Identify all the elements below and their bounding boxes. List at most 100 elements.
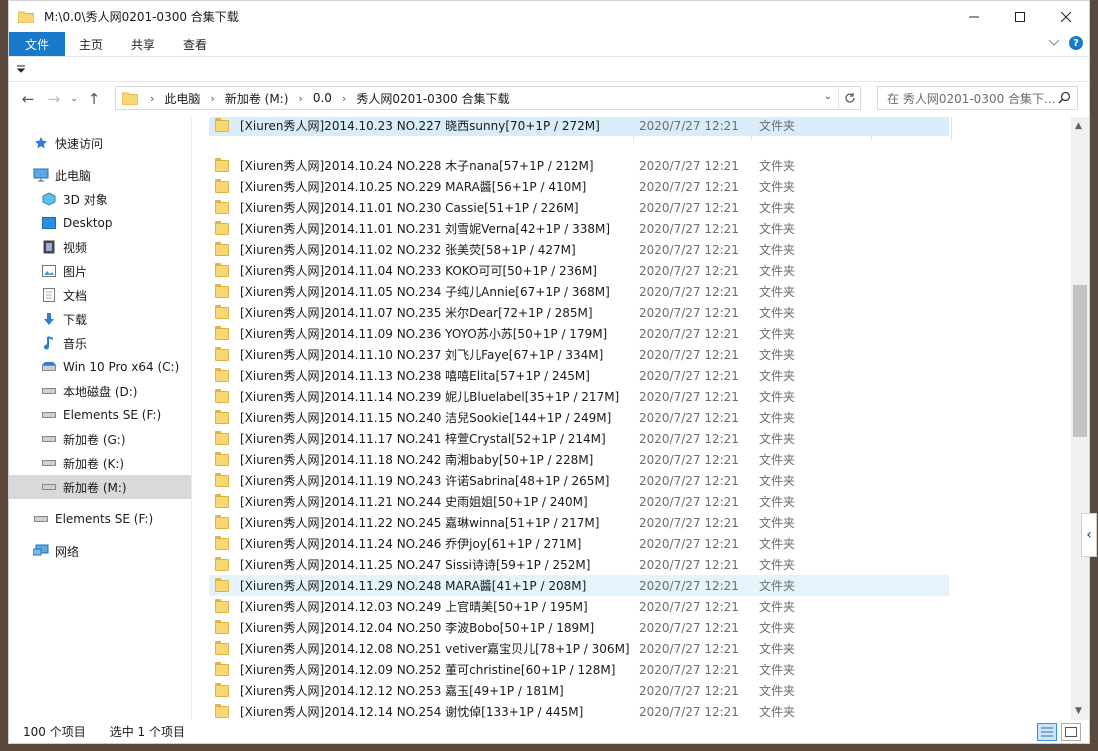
- customize-toolbar-icon[interactable]: [17, 65, 25, 73]
- large-icons-view-button[interactable]: [1061, 723, 1081, 741]
- folder-icon: [215, 409, 229, 424]
- nav-item-network[interactable]: 网络: [9, 539, 191, 563]
- table-row[interactable]: [Xiuren秀人网]2014.11.05 NO.234 子纯儿Annie[67…: [209, 281, 949, 302]
- file-type: 文件夹: [759, 663, 796, 677]
- folder-icon: [215, 346, 229, 361]
- minimize-button[interactable]: [951, 1, 997, 32]
- tab-view[interactable]: 查看: [169, 32, 221, 56]
- file-type: 文件夹: [759, 474, 796, 488]
- search-input[interactable]: 在 秀人网0201-0300 合集下...: [877, 86, 1078, 110]
- breadcrumb-current-folder[interactable]: 秀人网0201-0300 合集下载: [350, 90, 515, 107]
- nav-item-drive-m[interactable]: 新加卷 (M:): [9, 475, 191, 499]
- file-date: 2020/7/27 12:21: [639, 599, 739, 614]
- nav-item-quick-access[interactable]: 快速访问: [9, 131, 191, 155]
- table-row[interactable]: [Xiuren秀人网]2014.12.03 NO.249 上官晴美[50+1P …: [209, 596, 949, 617]
- nav-item-music[interactable]: 音乐: [9, 331, 191, 355]
- window-title: M:\0.0\秀人网0201-0300 合集下载: [44, 10, 239, 24]
- tab-file[interactable]: 文件: [9, 32, 65, 56]
- nav-item-label: 图片: [63, 264, 88, 279]
- maximize-button[interactable]: [997, 1, 1043, 32]
- nav-item-drive-g[interactable]: 新加卷 (G:): [9, 427, 191, 451]
- nav-item-documents[interactable]: 文档: [9, 283, 191, 307]
- file-type: 文件夹: [759, 201, 796, 215]
- tab-home[interactable]: 主页: [65, 32, 117, 56]
- file-name: [Xiuren秀人网]2014.12.04 NO.250 李波Bobo[50+1…: [240, 621, 595, 635]
- table-row[interactable]: [Xiuren秀人网]2014.11.10 NO.237 刘飞儿Faye[67+…: [209, 344, 949, 365]
- file-date: 2020/7/27 12:21: [639, 557, 739, 572]
- table-row[interactable]: [Xiuren秀人网]2014.11.21 NO.244 史雨姐姐[50+1P …: [209, 491, 949, 512]
- table-row[interactable]: [Xiuren秀人网]2014.11.25 NO.247 Sissi诗诗[59+…: [209, 554, 949, 575]
- table-row[interactable]: [Xiuren秀人网]2014.11.01 NO.230 Cassie[51+1…: [209, 197, 949, 218]
- table-row[interactable]: [Xiuren秀人网]2014.12.14 NO.254 谢忱倬[133+1P …: [209, 701, 949, 720]
- folder-icon: [215, 640, 229, 655]
- selected-count: 选中 1 个项目: [109, 725, 185, 739]
- table-row[interactable]: [Xiuren秀人网]2014.11.07 NO.235 米尔Dear[72+1…: [209, 302, 949, 323]
- table-row[interactable]: [Xiuren秀人网]2014.11.19 NO.243 许诺Sabrina[4…: [209, 470, 949, 491]
- network-icon: [33, 543, 49, 559]
- breadcrumb-folder-00[interactable]: 0.0: [307, 91, 338, 105]
- table-row[interactable]: [Xiuren秀人网]2014.10.24 NO.228 木子nana[57+1…: [209, 155, 949, 176]
- preview-pane-toggle[interactable]: ‹: [1081, 513, 1097, 557]
- refresh-button[interactable]: [838, 87, 860, 109]
- vertical-scrollbar[interactable]: ▲ ▼: [1071, 117, 1089, 720]
- details-view-button[interactable]: [1037, 723, 1057, 741]
- file-name: [Xiuren秀人网]2014.11.18 NO.242 南湘baby[50+1…: [240, 453, 594, 467]
- nav-item-drive-c[interactable]: Win 10 Pro x64 (C:): [9, 355, 191, 379]
- file-date: 2020/7/27 12:21: [639, 431, 739, 446]
- table-row[interactable]: [Xiuren秀人网]2014.12.08 NO.251 vetiver嘉宝贝儿…: [209, 638, 949, 659]
- nav-item-desktop[interactable]: Desktop: [9, 211, 191, 235]
- nav-item-label: 快速访问: [55, 136, 104, 151]
- breadcrumb-this-pc[interactable]: 此电脑: [158, 90, 206, 107]
- nav-item-this-pc[interactable]: 此电脑: [9, 163, 191, 187]
- recent-locations-button[interactable]: ⌄: [67, 86, 81, 112]
- address-bar[interactable]: › 此电脑 › 新加卷 (M:) › 0.0 › 秀人网0201-0300 合集…: [115, 86, 861, 110]
- nav-item-pictures[interactable]: 图片: [9, 259, 191, 283]
- nav-item-drive-f[interactable]: Elements SE (F:): [9, 403, 191, 427]
- table-row[interactable]: [Xiuren秀人网]2014.11.04 NO.233 KOKO可可[50+1…: [209, 260, 949, 281]
- nav-item-videos[interactable]: 视频: [9, 235, 191, 259]
- back-button[interactable]: ←: [15, 86, 41, 112]
- table-row[interactable]: [Xiuren秀人网]2014.12.04 NO.250 李波Bobo[50+1…: [209, 617, 949, 638]
- breadcrumb-drive-m[interactable]: 新加卷 (M:): [219, 90, 295, 107]
- table-row[interactable]: [Xiuren秀人网]2014.12.09 NO.252 董可christine…: [209, 659, 949, 680]
- ribbon-expand-icon[interactable]: [1049, 40, 1059, 46]
- table-row[interactable]: [Xiuren秀人网]2014.12.12 NO.253 嘉玉[49+1P / …: [209, 680, 949, 701]
- table-row[interactable]: [Xiuren秀人网]2014.11.01 NO.231 刘雪妮Verna[42…: [209, 218, 949, 239]
- table-row[interactable]: [Xiuren秀人网]2014.11.18 NO.242 南湘baby[50+1…: [209, 449, 949, 470]
- search-icon[interactable]: [1058, 91, 1071, 104]
- table-row[interactable]: [Xiuren秀人网]2014.11.29 NO.248 MARA醬[41+1P…: [209, 575, 949, 596]
- table-row[interactable]: [Xiuren秀人网]2014.11.13 NO.238 嘻嘻Elita[57+…: [209, 365, 949, 386]
- scroll-thumb[interactable]: [1073, 285, 1087, 437]
- scroll-up-icon[interactable]: ▲: [1075, 121, 1082, 131]
- nav-item-drive-d[interactable]: 本地磁盘 (D:): [9, 379, 191, 403]
- close-button[interactable]: [1043, 1, 1089, 32]
- nav-item-label: 音乐: [63, 336, 88, 351]
- folder-icon: [215, 199, 229, 214]
- table-row[interactable]: [Xiuren秀人网]2014.11.17 NO.241 梓萱Crystal[5…: [209, 428, 949, 449]
- file-date: 2020/7/27 12:21: [639, 389, 739, 404]
- file-date: 2020/7/27 12:21: [639, 242, 739, 257]
- tab-share[interactable]: 共享: [117, 32, 169, 56]
- table-row[interactable]: [Xiuren秀人网]2014.11.15 NO.240 洁兒Sookie[14…: [209, 407, 949, 428]
- table-row[interactable]: [Xiuren秀人网]2014.11.14 NO.239 妮儿Bluelabel…: [209, 386, 949, 407]
- table-row[interactable]: [Xiuren秀人网]2014.11.09 NO.236 YOYO苏小苏[50+…: [209, 323, 949, 344]
- table-row[interactable]: [Xiuren秀人网]2014.11.22 NO.245 嘉琳winna[51+…: [209, 512, 949, 533]
- file-date: 2020/7/27 12:21: [639, 179, 739, 194]
- chevron-down-icon[interactable]: ⌄: [824, 91, 832, 102]
- nav-item-3d-objects[interactable]: 3D 对象: [9, 187, 191, 211]
- folder-icon: [215, 598, 229, 613]
- scroll-down-icon[interactable]: ▼: [1075, 706, 1082, 716]
- table-row[interactable]: [Xiuren秀人网]2014.10.23 NO.227 晓西sunny[70+…: [209, 117, 949, 136]
- table-row[interactable]: [Xiuren秀人网]2014.10.25 NO.229 MARA醬[56+1P…: [209, 176, 949, 197]
- nav-item-drive-k[interactable]: 新加卷 (K:): [9, 451, 191, 475]
- help-icon[interactable]: ?: [1069, 36, 1083, 50]
- up-button[interactable]: ↑: [81, 86, 107, 112]
- details-view-icon: [1041, 727, 1053, 737]
- forward-button[interactable]: →: [41, 86, 67, 112]
- nav-item-elements-se[interactable]: Elements SE (F:): [9, 507, 191, 531]
- file-date: 2020/7/27 12:21: [639, 200, 739, 215]
- folder-icon: [215, 388, 229, 403]
- table-row[interactable]: [Xiuren秀人网]2014.11.24 NO.246 乔伊joy[61+1P…: [209, 533, 949, 554]
- table-row[interactable]: [Xiuren秀人网]2014.11.02 NO.232 张美荧[58+1P /…: [209, 239, 949, 260]
- nav-item-downloads[interactable]: 下载: [9, 307, 191, 331]
